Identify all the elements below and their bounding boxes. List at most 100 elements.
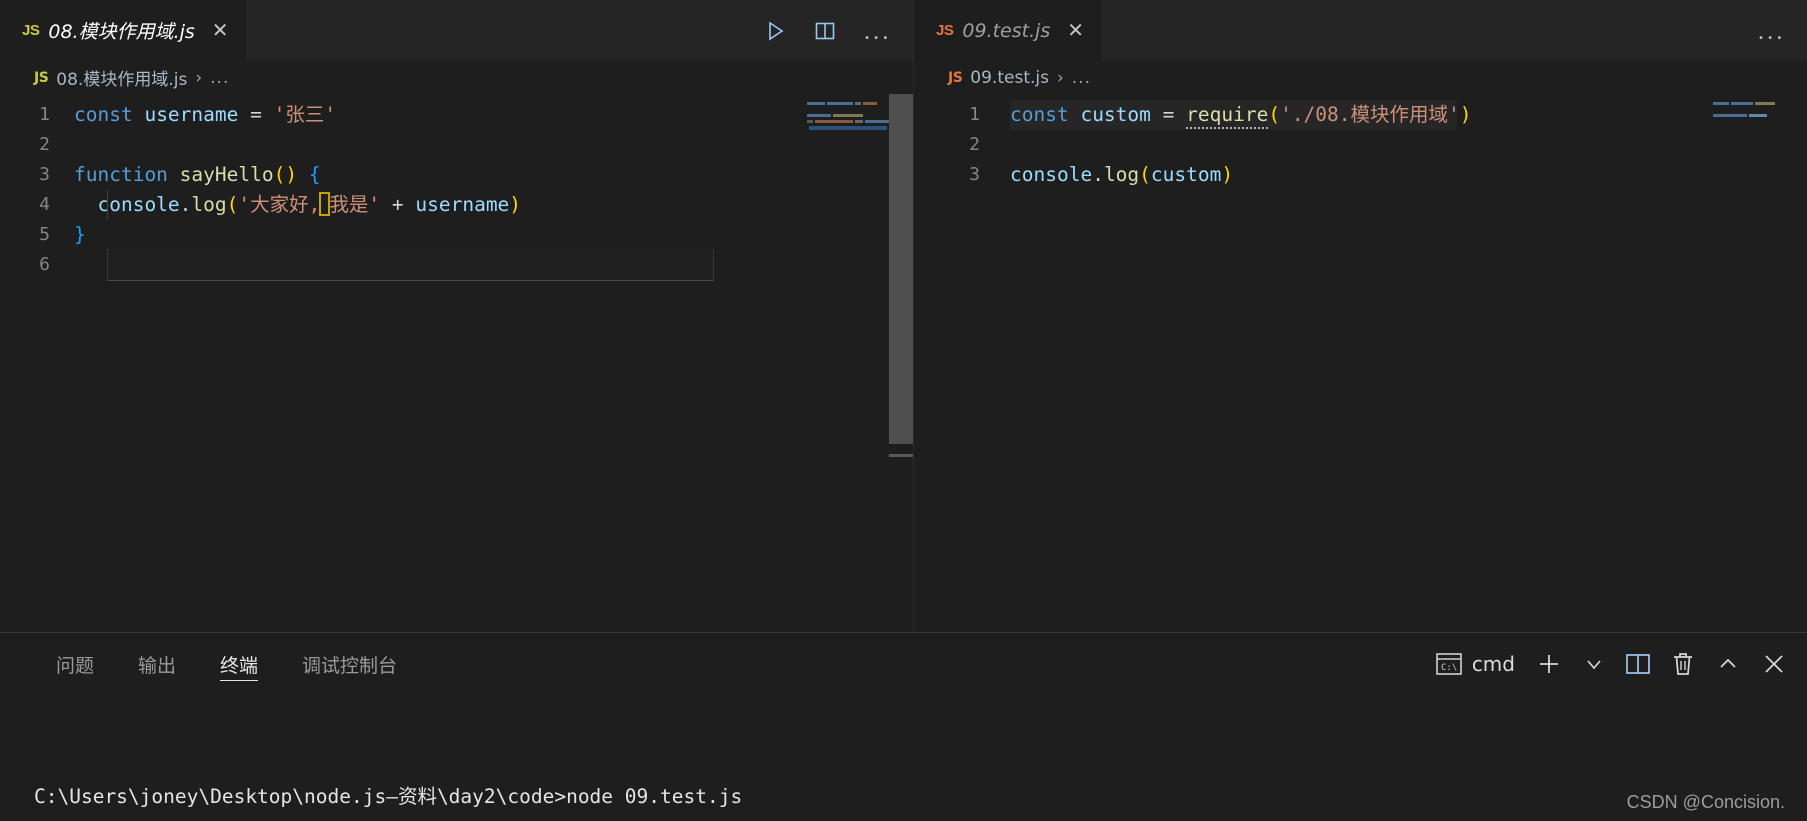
panel-tab-1[interactable]: 输出 [116, 633, 198, 695]
code-token: . [179, 193, 192, 216]
close-icon[interactable]: ✕ [212, 21, 229, 41]
code-text[interactable]: const custom = require('./08.模块作用域') [1010, 100, 1472, 130]
minimap-right[interactable] [1709, 94, 1789, 632]
code-token: 我是' [329, 193, 381, 216]
bottom-panel: 问题 输出 终端 调试控制台 C:\ cmd C:\Users\joney\De… [0, 632, 1807, 821]
tabbar-left: JS 08.模块作用域.js ✕ ... [0, 0, 913, 61]
code-token: const [74, 103, 133, 126]
run-code-icon[interactable] [763, 19, 787, 43]
line-number: 6 [39, 254, 50, 275]
empty-line-decoration [107, 249, 714, 281]
minimap-left[interactable] [803, 94, 889, 632]
chevron-right-icon: › [195, 67, 203, 88]
terminal-prompt-line: C:\Users\joney\Desktop\node.js–资料\day2\c… [34, 785, 743, 808]
code-token: log [1103, 163, 1140, 186]
require-token[interactable]: require [1186, 103, 1269, 129]
terminal-shell-selector[interactable]: C:\ cmd [1436, 652, 1515, 676]
editor-groups: JS 08.模块作用域.js ✕ ... JS 08.模块作用域.js › ..… [0, 0, 1807, 632]
code-line[interactable]: 2 [0, 130, 913, 160]
code-editor-right[interactable]: 1 const custom = require('./08.模块作用域') 2 3 c… [914, 94, 1807, 632]
code-token: = [1150, 103, 1187, 126]
js-file-icon: JS [948, 69, 963, 86]
editor-scrollbar-right[interactable] [1789, 94, 1807, 632]
editor-actions-right: ... [1757, 0, 1807, 61]
tab-08-module-scope[interactable]: JS 08.模块作用域.js ✕ [0, 0, 247, 61]
code-line[interactable]: 3 console.log(custom) [914, 160, 1807, 190]
line-number: 3 [969, 164, 980, 185]
breadcrumb-file[interactable]: 09.test.js [970, 68, 1049, 88]
code-token: ) [1459, 103, 1472, 126]
code-line[interactable]: 4 console.log('大家好, 我是' + username) [0, 190, 913, 220]
panel-tab-3[interactable]: 调试控制台 [280, 633, 419, 695]
breadcrumb-more[interactable]: ... [1072, 68, 1091, 88]
split-editor-icon[interactable] [813, 19, 837, 43]
terminal-output[interactable]: C:\Users\joney\Desktop\node.js–资料\day2\c… [0, 695, 1807, 821]
chevron-down-icon[interactable] [1583, 653, 1605, 675]
code-token: custom [1080, 103, 1151, 126]
panel-tab-0[interactable]: 问题 [34, 633, 116, 695]
js-file-icon: JS [936, 22, 954, 39]
code-token: custom [1150, 163, 1222, 186]
line-number: 1 [969, 104, 980, 125]
code-lines-left: 1 const username = '张三' 2 3 function sayHell… [0, 100, 913, 281]
panel-tab-label: 输出 [138, 654, 177, 677]
code-token: function [74, 163, 168, 186]
panel-tab-label: 调试控制台 [302, 654, 398, 677]
code-text[interactable]: } [74, 220, 86, 250]
line-number: 1 [39, 104, 50, 125]
line-number: 2 [39, 134, 50, 155]
code-line[interactable]: 1 const custom = require('./08.模块作用域') [914, 100, 1807, 130]
panel-header: 问题 输出 终端 调试控制台 C:\ cmd [0, 633, 1807, 695]
code-text[interactable]: console.log(custom) [1010, 160, 1233, 190]
more-actions-icon[interactable]: ... [1757, 17, 1785, 43]
line-number: 4 [39, 194, 50, 215]
maximize-panel-icon[interactable] [1715, 653, 1741, 675]
split-terminal-icon[interactable] [1625, 652, 1651, 676]
code-token: console [1010, 163, 1093, 186]
code-token: } [74, 223, 86, 246]
code-line[interactable]: 3 function sayHello() { [0, 160, 913, 190]
code-token: = [238, 103, 274, 126]
code-token: ) [285, 163, 298, 186]
editor-scrollbar-left[interactable] [889, 94, 913, 632]
scrollbar-thumb[interactable] [889, 94, 913, 444]
panel-tab-2[interactable]: 终端 [198, 633, 280, 695]
code-text[interactable]: function sayHello() { [74, 160, 321, 190]
close-icon[interactable]: ✕ [1067, 21, 1084, 41]
trash-icon[interactable] [1671, 651, 1695, 677]
code-editor-left[interactable]: 1 const username = '张三' 2 3 function sayHell… [0, 94, 913, 632]
chevron-right-icon: › [1056, 67, 1064, 88]
js-file-icon: JS [22, 22, 40, 39]
code-line[interactable]: 6 [0, 249, 913, 281]
code-token: ) [1221, 163, 1234, 186]
code-line[interactable]: 1 const username = '张三' [0, 100, 913, 130]
terminal-shell-label: cmd [1471, 652, 1515, 676]
panel-tab-label: 终端 [220, 654, 259, 677]
code-token: + [380, 193, 416, 216]
watermark: CSDN @Concision. [1626, 792, 1785, 812]
code-text[interactable]: const username = '张三' [74, 100, 336, 130]
tabbar-right: JS 09.test.js ✕ ... [914, 0, 1807, 61]
code-line[interactable]: 2 [914, 130, 1807, 160]
panel-tab-label: 问题 [56, 654, 95, 677]
code-token: username [415, 193, 510, 216]
code-token: ( [226, 193, 239, 216]
breadcrumb-left: JS 08.模块作用域.js › ... [0, 61, 913, 94]
breadcrumb-file[interactable]: 08.模块作用域.js [56, 65, 187, 90]
code-lines-right: 1 const custom = require('./08.模块作用域') 2 3 c… [914, 100, 1807, 190]
line-number: 2 [969, 134, 980, 155]
breadcrumb-more[interactable]: ... [210, 68, 229, 88]
new-terminal-icon[interactable] [1535, 650, 1563, 678]
more-actions-icon[interactable]: ... [863, 17, 891, 43]
panel-tabs: 问题 输出 终端 调试控制台 [34, 633, 419, 695]
tab-09-test[interactable]: JS 09.test.js ✕ [914, 0, 1103, 61]
close-panel-icon[interactable] [1761, 651, 1787, 677]
breadcrumb-right: JS 09.test.js › ... [914, 61, 1807, 94]
line-number: 3 [39, 164, 50, 185]
code-line[interactable]: 5} [0, 220, 913, 250]
code-text[interactable]: console.log('大家好, 我是' + username) [74, 190, 521, 220]
